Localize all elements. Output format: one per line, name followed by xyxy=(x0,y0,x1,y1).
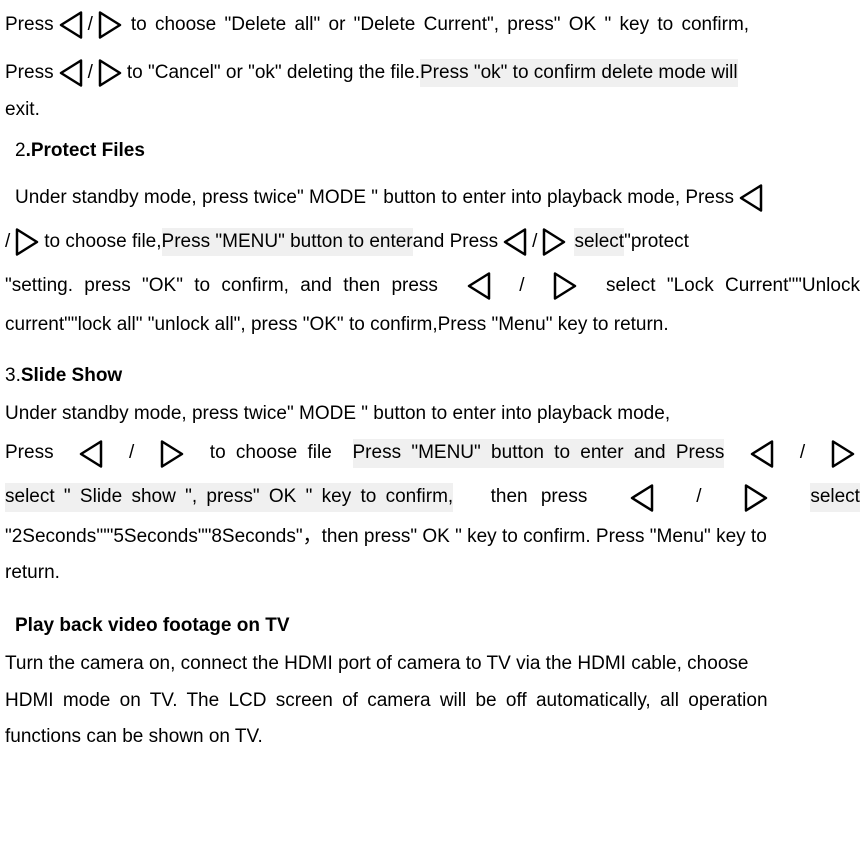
text: / xyxy=(532,228,537,257)
triangle-right-icon xyxy=(828,439,858,469)
triangle-left-icon xyxy=(747,439,777,469)
paragraph-tv-1: Turn the camera on, connect the HDMI por… xyxy=(5,650,860,679)
text: / xyxy=(129,439,134,468)
text-highlighted: Press "MENU" button to enter and Press xyxy=(353,439,725,468)
paragraph-slide-3: select " Slide show ", press" OK " key t… xyxy=(5,483,860,513)
triangle-left-icon xyxy=(56,58,86,88)
text: "setting. press "OK" to confirm, and the… xyxy=(5,272,438,301)
paragraph-slide-4b: return. xyxy=(5,559,860,588)
paragraph-tv-2: HDMI mode on TV. The LCD screen of camer… xyxy=(5,687,860,716)
triangle-right-icon xyxy=(550,271,580,301)
triangle-left-icon xyxy=(500,227,530,257)
triangle-right-icon xyxy=(741,483,771,513)
paragraph-slide-1: Under standby mode, press twice" MODE " … xyxy=(5,400,860,429)
text: to "Cancel" or "ok" deleting the file. xyxy=(127,59,420,88)
text-highlighted: select xyxy=(574,228,624,257)
heading-protect-files: 2.Protect Files xyxy=(5,137,860,166)
text: to choose "Delete all" or "Delete Curren… xyxy=(131,11,860,40)
heading-text: .Protect Files xyxy=(26,140,145,161)
text: / xyxy=(88,59,93,88)
triangle-left-icon xyxy=(464,271,494,301)
text-highlighted: select " Slide show ", press" OK " key t… xyxy=(5,483,453,512)
text: / xyxy=(519,272,524,301)
paragraph-protect-4: current""lock all" "unlock all", press "… xyxy=(5,311,860,340)
text: Press xyxy=(5,59,54,88)
text: to choose file xyxy=(210,439,332,468)
heading-text: Slide Show xyxy=(21,365,122,386)
triangle-right-icon xyxy=(539,227,569,257)
section-number: 2 xyxy=(15,140,26,161)
triangle-left-icon xyxy=(627,483,657,513)
text-highlighted: select xyxy=(810,483,860,512)
text: / xyxy=(800,439,805,468)
triangle-right-icon xyxy=(12,227,42,257)
text-highlighted: Press "ok" to confirm delete mode will xyxy=(420,59,738,88)
heading-slide-show: 3.Slide Show xyxy=(5,362,860,391)
paragraph-delete-2b: exit. xyxy=(5,96,860,125)
paragraph-slide-2: Press / to choose file Press "MENU" butt… xyxy=(5,439,860,469)
text: / xyxy=(5,228,10,257)
paragraph-slide-4: "2Seconds'""5Seconds""8Seconds"，then pre… xyxy=(5,523,860,552)
triangle-right-icon xyxy=(95,10,125,40)
text: to choose file, xyxy=(44,228,161,257)
text: Press xyxy=(5,439,54,468)
paragraph-protect-2: / to choose file, Press "MENU" button to… xyxy=(5,227,860,257)
heading-playback-tv: Play back video footage on TV xyxy=(5,612,860,641)
paragraph-delete-2: Press / to "Cancel" or "ok" deleting the… xyxy=(5,58,860,88)
triangle-left-icon xyxy=(56,10,86,40)
paragraph-protect-3: "setting. press "OK" to confirm, and the… xyxy=(5,271,860,301)
text: Under standby mode, press twice" MODE " … xyxy=(15,184,734,213)
text-highlighted: Press "MENU" button to enter xyxy=(162,228,413,257)
triangle-left-icon xyxy=(736,183,766,213)
paragraph-protect-1: Under standby mode, press twice" MODE " … xyxy=(5,183,860,213)
text: "protect xyxy=(624,228,689,257)
triangle-right-icon xyxy=(95,58,125,88)
text: select "Lock Current""Unlock xyxy=(606,272,860,301)
paragraph-tv-3: functions can be shown on TV. xyxy=(5,723,860,752)
text: Press xyxy=(5,11,54,40)
text: / xyxy=(696,483,701,512)
text: and Press xyxy=(413,228,499,257)
text: then press xyxy=(491,483,588,512)
section-number: 3. xyxy=(5,365,21,386)
text: / xyxy=(88,11,93,40)
triangle-left-icon xyxy=(76,439,106,469)
paragraph-delete-1: Press / to choose "Delete all" or "Delet… xyxy=(5,10,860,40)
triangle-right-icon xyxy=(157,439,187,469)
